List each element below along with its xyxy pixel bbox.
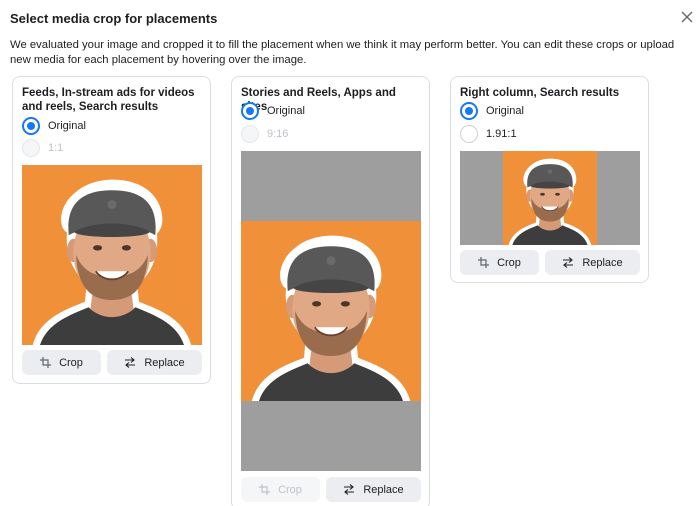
person-image bbox=[508, 158, 592, 245]
placement-title: Feeds, In-stream ads for videos and reel… bbox=[22, 87, 195, 113]
crop-label: Crop bbox=[497, 256, 521, 269]
radio-button bbox=[241, 125, 259, 143]
crop-button[interactable]: Crop bbox=[460, 250, 539, 275]
media-preview[interactable] bbox=[460, 151, 640, 245]
radio-button[interactable] bbox=[241, 102, 259, 120]
dialog-title: Select media crop for placements bbox=[10, 11, 218, 26]
option-label: 1:1 bbox=[48, 142, 64, 154]
close-icon[interactable] bbox=[680, 10, 694, 24]
crop-icon bbox=[478, 257, 490, 268]
option-original[interactable]: Original bbox=[22, 117, 86, 135]
person-image bbox=[250, 234, 412, 402]
option-label: 1.91:1 bbox=[486, 128, 517, 140]
swap-icon bbox=[124, 357, 136, 368]
crop-icon bbox=[40, 357, 52, 368]
crop-button[interactable]: Crop bbox=[22, 350, 101, 375]
media-preview[interactable] bbox=[22, 165, 202, 345]
replace-label: Replace bbox=[582, 256, 623, 269]
option-label: Original bbox=[486, 105, 524, 117]
crop-button: Crop bbox=[241, 477, 320, 502]
radio-button bbox=[22, 139, 40, 157]
image-area bbox=[503, 151, 597, 245]
option-label: 9:16 bbox=[267, 128, 289, 140]
replace-label: Replace bbox=[363, 483, 404, 496]
crop-icon bbox=[259, 484, 271, 495]
crop-label: Crop bbox=[59, 356, 83, 369]
option-1-91-1[interactable]: 1.91:1 bbox=[460, 125, 517, 143]
radio-button[interactable] bbox=[22, 117, 40, 135]
placement-card-right-column: Right column, Search results Original 1.… bbox=[450, 76, 649, 283]
placement-card-stories: Stories and Reels, Apps and sites Origin… bbox=[231, 76, 430, 506]
dialog-description: We evaluated your image and cropped it t… bbox=[10, 39, 675, 66]
option-9-16: 9:16 bbox=[241, 125, 288, 143]
replace-button[interactable]: Replace bbox=[545, 250, 640, 275]
option-original[interactable]: Original bbox=[241, 102, 305, 120]
placement-title: Right column, Search results bbox=[460, 87, 620, 99]
option-label: Original bbox=[48, 120, 86, 132]
swap-icon bbox=[343, 484, 355, 495]
swap-icon bbox=[562, 257, 574, 268]
replace-button[interactable]: Replace bbox=[107, 350, 202, 375]
replace-button[interactable]: Replace bbox=[326, 477, 421, 502]
placement-card-feeds: Feeds, In-stream ads for videos and reel… bbox=[12, 76, 211, 384]
replace-label: Replace bbox=[144, 356, 185, 369]
radio-button[interactable] bbox=[460, 125, 478, 143]
person-image bbox=[31, 178, 193, 345]
image-area bbox=[241, 221, 421, 402]
radio-button[interactable] bbox=[460, 102, 478, 120]
option-1-1: 1:1 bbox=[22, 139, 63, 157]
crop-label: Crop bbox=[278, 483, 302, 496]
media-preview[interactable] bbox=[241, 151, 421, 471]
option-label: Original bbox=[267, 105, 305, 117]
option-original[interactable]: Original bbox=[460, 102, 524, 120]
media-crop-dialog: Select media crop for placements We eval… bbox=[0, 0, 700, 506]
